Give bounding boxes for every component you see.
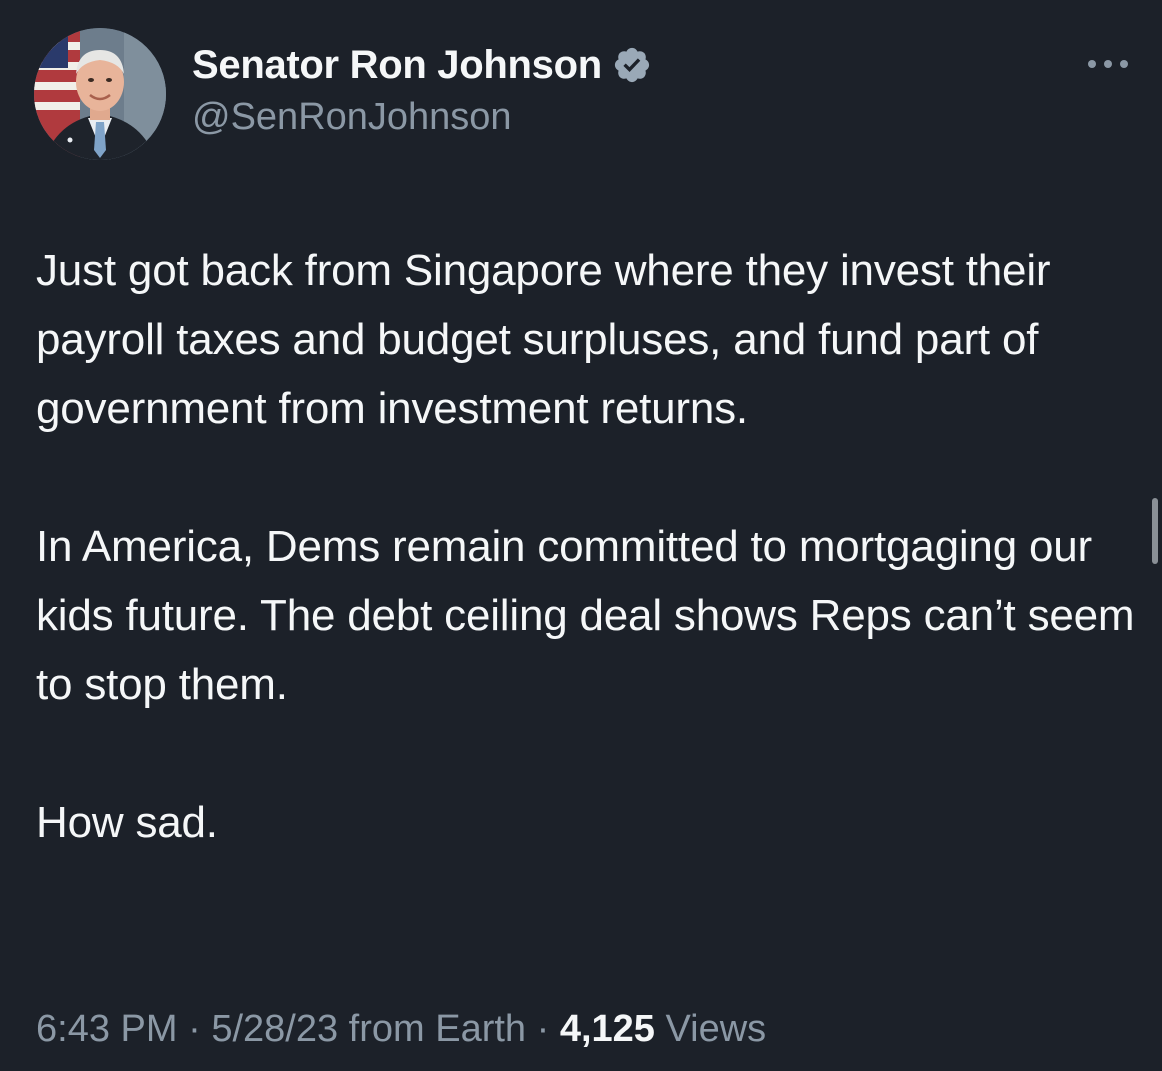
avatar-image: [34, 28, 166, 160]
views-label: Views: [665, 1008, 767, 1050]
tweet-time[interactable]: 6:43 PM: [36, 1008, 178, 1050]
avatar[interactable]: [34, 28, 166, 160]
author-name-row: Senator Ron Johnson: [192, 40, 652, 90]
tweet-text: Just got back from Singapore where they …: [36, 236, 1136, 857]
meta-separator: ·: [177, 1008, 212, 1050]
tweet-paragraph: How sad.: [36, 798, 218, 847]
meta-separator: ·: [526, 1008, 560, 1050]
tweet-meta: 6:43 PM · 5/28/23 from Earth · 4,125 Vie…: [36, 1008, 766, 1051]
more-options-icon[interactable]: [1084, 52, 1132, 76]
views-count[interactable]: 4,125: [560, 1008, 655, 1050]
tweet-paragraph: In America, Dems remain committed to mor…: [36, 522, 1135, 709]
scrollbar[interactable]: [1152, 498, 1158, 564]
tweet-source: from Earth: [348, 1008, 527, 1050]
author-handle[interactable]: @SenRonJohnson: [192, 96, 512, 139]
author-display-name[interactable]: Senator Ron Johnson: [192, 43, 602, 88]
tweet-card: Senator Ron Johnson @SenRonJohnson Just …: [0, 0, 1162, 1071]
tweet-paragraph: Just got back from Singapore where they …: [36, 246, 1051, 433]
tweet-date[interactable]: 5/28/23: [211, 1008, 338, 1050]
verified-badge-icon[interactable]: [612, 45, 652, 85]
